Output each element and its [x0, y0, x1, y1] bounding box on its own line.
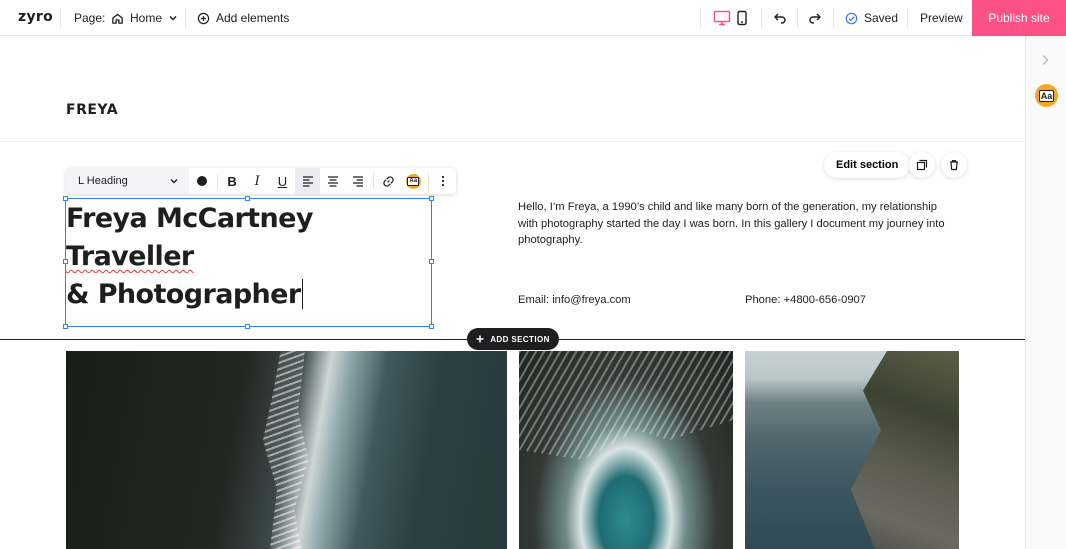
duplicate-icon: [916, 159, 928, 171]
gallery-image-ocean-shore[interactable]: [66, 351, 507, 549]
wave-foam: [519, 351, 733, 460]
saved-label: Saved: [864, 11, 899, 25]
preview-button[interactable]: Preview: [920, 11, 963, 25]
link-icon: [382, 175, 394, 187]
text-toolbar: L Heading B I U Aa: [66, 168, 456, 194]
more-options-button[interactable]: [431, 168, 456, 194]
divider: [0, 141, 1025, 142]
color-dot-icon: [196, 176, 207, 186]
redo-button[interactable]: [805, 8, 825, 28]
divider: [700, 8, 701, 28]
check-circle-icon: [845, 12, 858, 24]
resize-handle[interactable]: [63, 324, 68, 329]
heading-spellcheck-word: Traveller: [66, 241, 194, 272]
divider: [216, 173, 218, 189]
duplicate-section-button[interactable]: [909, 152, 935, 178]
chevron-right-icon[interactable]: [1038, 53, 1052, 67]
page-name: Home: [130, 11, 163, 25]
right-rail: [1025, 36, 1066, 549]
align-right-button[interactable]: [345, 168, 370, 194]
resize-handle[interactable]: [429, 196, 434, 201]
home-icon: [112, 13, 123, 24]
ai-writer-button[interactable]: Aa: [1035, 84, 1058, 107]
mobile-view-button[interactable]: [732, 8, 752, 28]
trash-icon: [950, 160, 958, 171]
align-center-icon: [327, 176, 338, 187]
align-right-icon: [352, 176, 363, 187]
mobile-icon: [737, 10, 747, 26]
divider: [372, 173, 374, 189]
ai-writer-toolbar-button[interactable]: Aa: [401, 168, 426, 194]
kebab-menu-icon: [442, 175, 445, 187]
undo-button[interactable]: [770, 8, 790, 28]
align-center-button[interactable]: [320, 168, 345, 194]
page-heading[interactable]: Freya McCartney Traveller & Photographer: [66, 200, 426, 314]
chevron-down-icon: [170, 179, 178, 184]
logo[interactable]: zyro: [18, 9, 53, 25]
divider: [427, 173, 429, 189]
delete-section-button[interactable]: [941, 152, 967, 178]
undo-icon: [774, 13, 786, 24]
gallery-image-sea-cliffs[interactable]: [745, 351, 959, 549]
add-elements-label: Add elements: [216, 11, 290, 25]
edit-section-button[interactable]: Edit section: [824, 152, 911, 178]
divider: [797, 8, 798, 28]
ai-writer-label: Aa: [407, 176, 420, 186]
saved-status: Saved: [845, 8, 898, 28]
redo-icon: [809, 13, 821, 24]
gallery-image-waves-rocks[interactable]: [519, 351, 733, 549]
divider: [185, 8, 186, 28]
page-label: Page:: [74, 11, 106, 25]
add-section-label: ADD SECTION: [490, 334, 550, 344]
ai-writer-icon: Aa: [1038, 89, 1055, 102]
email-text[interactable]: Email: info@freya.com: [518, 294, 631, 306]
align-left-icon: [302, 176, 313, 187]
divider: [907, 8, 908, 28]
link-button[interactable]: [375, 168, 400, 194]
add-section-button[interactable]: ADD SECTION: [467, 328, 559, 350]
plus-circle-icon: [197, 12, 210, 24]
top-bar: zyro Page: Home Add elements Saved Previ…: [0, 0, 1066, 36]
publish-site-button[interactable]: Publish site: [972, 0, 1066, 36]
site-brand[interactable]: FREYA: [66, 102, 118, 118]
resize-handle[interactable]: [245, 324, 250, 329]
resize-handle[interactable]: [429, 259, 434, 264]
heading-text: & Photographer: [66, 279, 301, 310]
page-selector[interactable]: Home: [111, 8, 178, 28]
align-left-button[interactable]: [295, 168, 321, 194]
divider: [833, 8, 834, 28]
desktop-view-button[interactable]: [712, 8, 732, 28]
phone-text[interactable]: Phone: +4800-656-0907: [745, 294, 866, 306]
divider: [761, 8, 762, 28]
text-color-button[interactable]: [189, 168, 214, 194]
resize-handle[interactable]: [429, 324, 434, 329]
bold-button[interactable]: B: [219, 168, 244, 194]
cliff-shape: [851, 351, 959, 549]
text-caret: [301, 279, 303, 309]
divider: [60, 8, 61, 28]
heading-text: Freya McCartney: [66, 203, 313, 234]
desktop-icon: [713, 10, 731, 26]
add-elements-button[interactable]: Add elements: [197, 8, 289, 28]
ai-writer-icon: Aa: [405, 173, 421, 189]
text-style-value: L Heading: [78, 175, 128, 187]
underline-button[interactable]: U: [270, 168, 295, 194]
chevron-down-icon: [169, 16, 177, 21]
italic-button[interactable]: I: [245, 168, 270, 194]
plus-icon: [476, 335, 484, 343]
text-style-select[interactable]: L Heading: [66, 168, 190, 194]
intro-paragraph[interactable]: Hello, I’m Freya, a 1990’s child and lik…: [518, 199, 958, 249]
wave-foam: [263, 351, 309, 549]
